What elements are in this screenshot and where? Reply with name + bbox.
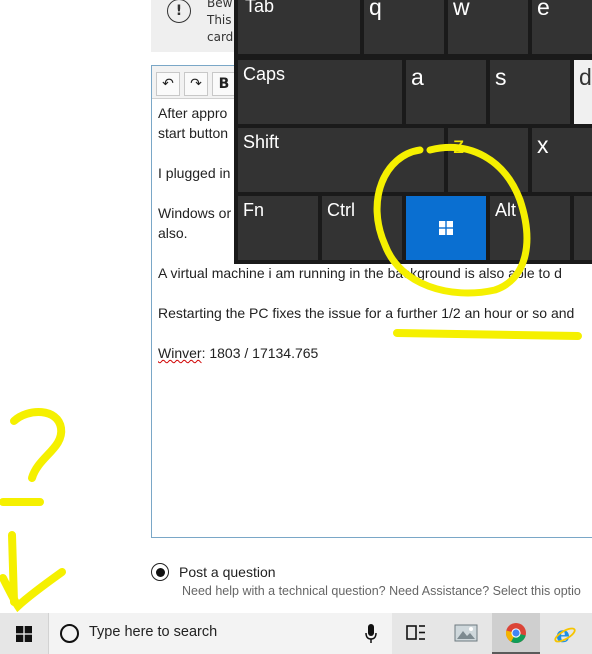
search-placeholder: Type here to search — [89, 624, 218, 640]
key-shift[interactable]: Shift — [238, 128, 444, 192]
undo-icon[interactable]: ↶ — [156, 72, 180, 96]
arrow-down-annotation — [0, 531, 66, 613]
redo-icon[interactable]: ↷ — [184, 72, 208, 96]
key-d[interactable]: d — [574, 60, 592, 124]
key-fn[interactable]: Fn — [238, 196, 318, 260]
photos-app-button[interactable] — [443, 613, 491, 654]
start-button[interactable] — [0, 613, 48, 654]
chrome-icon — [505, 623, 526, 644]
windows-logo-icon — [439, 221, 453, 235]
editor-line: After appro — [158, 105, 228, 121]
internet-explorer-icon: e — [554, 622, 576, 646]
post-question-radio[interactable] — [151, 563, 169, 581]
key-q[interactable]: q — [364, 0, 444, 54]
internet-explorer-button[interactable]: e — [541, 613, 589, 654]
search-circle-icon — [60, 624, 79, 643]
windows-start-icon — [16, 626, 32, 642]
key-ctrl[interactable]: Ctrl — [322, 196, 402, 260]
task-view-button[interactable] — [392, 613, 440, 654]
key-tab[interactable]: Tab — [238, 0, 360, 54]
key-alt[interactable]: Alt — [490, 196, 570, 260]
editor-line: I plugged in — [158, 165, 231, 181]
editor-line: Windows or — [158, 205, 232, 221]
key-s[interactable]: s — [490, 60, 570, 124]
taskbar-search-box[interactable]: Type here to search — [48, 613, 392, 654]
editor-line: also. — [158, 225, 188, 241]
key-w[interactable]: w — [448, 0, 528, 54]
chrome-button[interactable] — [492, 613, 540, 654]
editor-line: start button — [158, 125, 229, 141]
exclamation-circle-icon: ! — [167, 0, 191, 23]
warning-text-line1: Bew — [207, 0, 233, 10]
editor-line: A virtual machine i am running in the ba… — [158, 265, 562, 281]
key-windows[interactable] — [406, 196, 486, 260]
taskbar: Type here to search e — [0, 613, 592, 654]
microphone-icon[interactable] — [365, 624, 377, 644]
post-question-description: Need help with a technical question? Nee… — [182, 584, 581, 598]
post-question-label[interactable]: Post a question — [179, 564, 276, 580]
photos-app-icon — [454, 624, 478, 642]
key-e[interactable]: e — [532, 0, 592, 54]
key-partial[interactable] — [574, 196, 592, 260]
editor-line: Restarting the PC fixes the issue for a … — [158, 305, 575, 321]
key-z[interactable]: z — [448, 128, 528, 192]
warning-text-line3: card — [207, 30, 234, 44]
key-caps[interactable]: Caps — [238, 60, 402, 124]
winver-label: Winver — [158, 345, 202, 361]
on-screen-keyboard: Tab q w e Caps a s d Shift z x Fn Ctrl A… — [234, 0, 592, 264]
question-mark-annotation — [0, 408, 66, 506]
warning-text-line2: This — [207, 13, 232, 27]
bold-button[interactable]: B — [212, 72, 236, 96]
task-view-icon — [406, 625, 425, 640]
key-a[interactable]: a — [406, 60, 486, 124]
winver-value: : 1803 / 17134.765 — [201, 345, 319, 361]
key-x[interactable]: x — [532, 128, 592, 192]
winver-line: Winver: 1803 / 17134.765 — [158, 345, 318, 361]
